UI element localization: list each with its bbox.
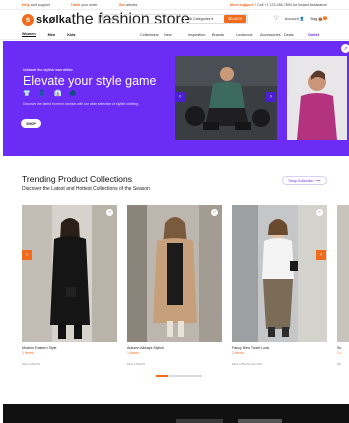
collection-card[interactable]: ♡ Modern Eastern Style 1 Items BELLA BEA… <box>22 205 117 366</box>
hero-slide-image <box>175 56 277 140</box>
hero-prev-button[interactable]: ‹ <box>175 92 185 102</box>
top-links: Help and support Track your order Our ar… <box>22 3 157 7</box>
nav-lookbook[interactable]: Lookbook <box>236 33 260 37</box>
carousel-next-button[interactable]: › <box>316 250 326 260</box>
collection-image <box>337 205 349 342</box>
nav-women[interactable]: Women <box>22 32 36 37</box>
nav-brands[interactable]: Brands <box>212 33 236 37</box>
nav-inspiration[interactable]: Inspiration <box>188 33 212 37</box>
banner-image <box>238 419 282 423</box>
search-button[interactable]: SEARCH <box>224 15 246 23</box>
carousel-progress <box>156 375 202 377</box>
carousel-prev-button[interactable]: ‹ <box>22 250 32 260</box>
nav-men[interactable]: Men <box>48 33 56 37</box>
collection-name: Modern Eastern Style <box>22 346 57 350</box>
hero-next-button[interactable]: › <box>266 92 276 102</box>
chevron-left-icon: ‹ <box>26 252 28 258</box>
collection-brands: BELLA BEATE ZALORA <box>232 362 263 366</box>
nav-kids[interactable]: Kids <box>67 33 75 37</box>
woman-camel-coat-photo <box>127 205 222 342</box>
header: s skølka the fashion store ⌕ Search All … <box>0 10 349 30</box>
pants-icon: 👖 <box>38 91 46 97</box>
tshirt-icon: 👕 <box>23 91 31 97</box>
collection-image: ♡ <box>232 205 327 342</box>
header-actions: ♡ Account 👤 Bag 👜0 <box>274 15 327 22</box>
track-order-link[interactable]: Track your order <box>71 3 108 7</box>
collection-image: ♡ <box>22 205 117 342</box>
carousel-progress-indicator <box>156 375 168 377</box>
collection-item-count: 1 Items <box>22 351 34 355</box>
collection-name: Autumn Allways Stylish <box>127 346 164 350</box>
category-select[interactable]: All Categories ▾ <box>184 17 224 21</box>
articles-link[interactable]: Our articles <box>119 3 148 7</box>
nav-new[interactable]: New <box>164 33 188 37</box>
collection-brands: BELLA BEATE <box>127 362 146 366</box>
chevron-left-icon: ‹ <box>179 94 181 100</box>
hero-slide-image-2 <box>287 56 347 140</box>
man-gym-photo <box>175 56 277 140</box>
logo[interactable]: s skølka <box>22 14 71 26</box>
search-input[interactable]: Search <box>107 17 184 21</box>
collection-item-count: 1 I <box>337 351 341 355</box>
chevron-right-icon: › <box>320 252 322 258</box>
shirt-icon: 👔 <box>54 91 62 97</box>
collection-brands: BELLA BEATE <box>22 362 41 366</box>
collection-name: Su <box>337 346 342 350</box>
woman-black-coat-photo <box>22 205 117 342</box>
collections-subtitle: Discover the Latest and Hottest Collecti… <box>22 186 150 192</box>
favorite-heart-icon[interactable]: ♡ <box>106 209 113 216</box>
collections-title: Trending Product Collections <box>22 174 133 184</box>
collection-item-count: 1 Items <box>127 351 139 355</box>
hero-eyebrow: Unleash the stylish man within <box>23 68 73 72</box>
top-bar: Help and support Track your order Our ar… <box>0 0 349 10</box>
user-icon: 👤 <box>299 17 305 21</box>
help-link[interactable]: Help and support <box>22 3 60 7</box>
nav-deals[interactable]: Deals <box>284 33 308 37</box>
collection-brands: BE <box>337 362 341 366</box>
favorite-heart-icon[interactable]: ♡ <box>211 209 218 216</box>
support-text: Need support ? Call +1 123-456-7890 for … <box>229 2 327 7</box>
logo-word: skølka <box>36 14 72 26</box>
collection-image: ♡ <box>127 205 222 342</box>
collection-card[interactable]: ♡ Autumn Allways Stylish 1 Items BELLA B… <box>127 205 222 366</box>
hero-shop-button[interactable]: SHOP <box>21 119 41 128</box>
category-nav: Collections New Inspiration Brands Lookb… <box>140 33 332 37</box>
woman-yoga-photo <box>287 56 347 140</box>
logo-mark-icon: s <box>22 14 34 26</box>
search-icon: ⌕ <box>101 16 105 22</box>
hero-share-icon[interactable]: ↗ <box>341 44 349 53</box>
nav-outlet[interactable]: Outlet <box>308 33 332 37</box>
bag-count-badge: 0 <box>323 16 327 20</box>
hero-description: Discover the latest in men's fashion wit… <box>23 102 139 106</box>
favorite-heart-icon[interactable]: ♡ <box>316 209 323 216</box>
collection-item-count: 2 Items <box>232 351 244 355</box>
bag-button[interactable]: Bag 👜0 <box>310 16 327 21</box>
partial-collection-photo <box>337 205 349 342</box>
hero-title: Elevate your style game <box>23 74 157 88</box>
chevron-down-icon: ▾ <box>211 17 214 21</box>
collection-name: Fancy New Ticket Look <box>232 346 270 350</box>
woman-street-look-photo <box>232 205 327 342</box>
nav-accessories[interactable]: Accessories <box>260 33 284 37</box>
shop-collection-button[interactable]: Shop Collection ⟶ <box>282 176 327 185</box>
main-nav: Women Men Kids Collections New Inspirati… <box>0 30 349 40</box>
nav-collections[interactable]: Collections <box>140 33 164 37</box>
arrow-right-icon: ⟶ <box>315 178 321 183</box>
banner-image <box>176 419 223 423</box>
search-bar: ⌕ Search All Categories ▾ SEARCH <box>98 14 248 24</box>
next-section-banner <box>3 404 349 423</box>
account-button[interactable]: Account 👤 <box>285 16 305 21</box>
hoodie-icon: 🧥 <box>69 91 77 97</box>
collection-card[interactable]: Su 1 I BE <box>337 205 349 366</box>
chevron-right-icon: › <box>270 94 272 100</box>
collection-card[interactable]: ♡ Fancy New Ticket Look 2 Items BELLA BE… <box>232 205 327 366</box>
wishlist-heart-icon[interactable]: ♡ <box>274 15 279 22</box>
